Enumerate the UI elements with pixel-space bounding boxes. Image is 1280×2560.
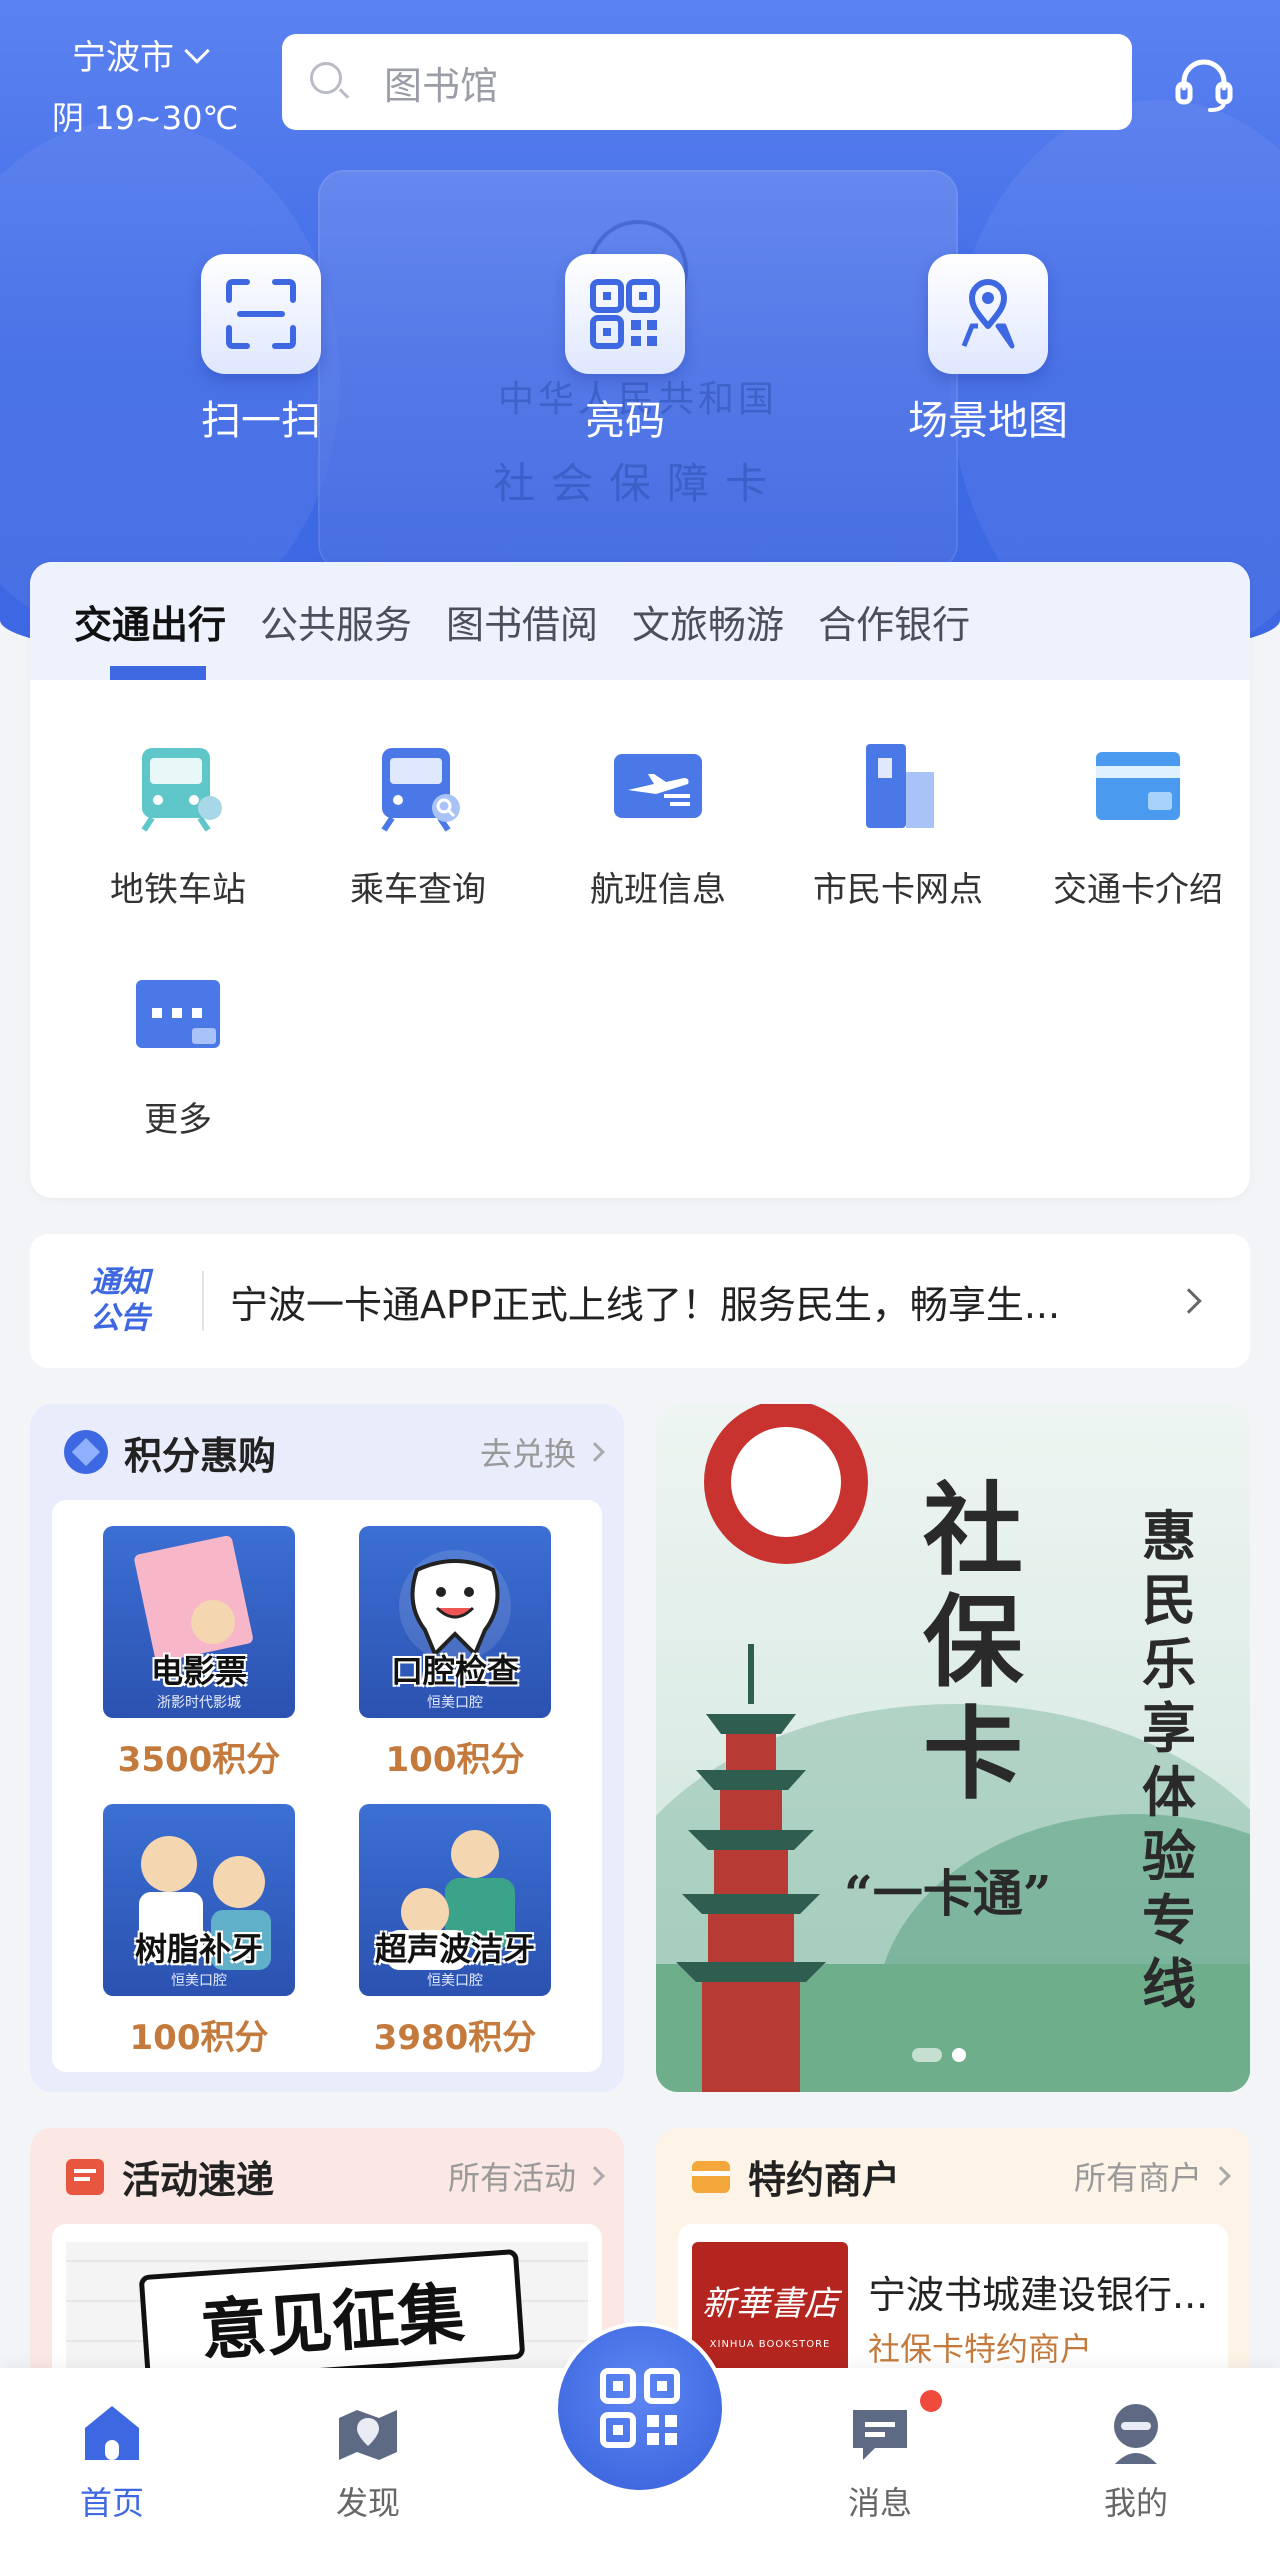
chevron-right-icon <box>585 2166 605 2186</box>
services-card: 交通出行 公共服务 图书借阅 文旅畅游 合作银行 地铁车站 乘车查询 航班信息 … <box>30 562 1250 1198</box>
product-price: 100积分 <box>129 2018 269 2058</box>
product-price: 3980积分 <box>373 2018 537 2058</box>
panel-title: 积分惠购 <box>124 1433 277 1478</box>
quick-action-label: 亮码 <box>585 398 665 444</box>
tab-public-service[interactable]: 公共服务 <box>260 594 412 649</box>
service-grid: 地铁车站 乘车查询 航班信息 市民卡网点 交通卡介绍 更多 <box>30 680 1250 1198</box>
activity-image-text: 意见征集 <box>138 2248 526 2386</box>
weather-text: 阴 19~30℃ <box>52 99 239 137</box>
location-weather[interactable]: 宁波市 阴 19~30℃ <box>52 30 238 139</box>
product-movie-ticket[interactable]: 电影票 浙影时代影城 3500积分 <box>84 1526 314 1781</box>
product-image: 口腔检查 恒美口腔 <box>359 1526 551 1718</box>
service-bus-query[interactable]: 乘车查询 <box>298 736 538 911</box>
product-resin-filling[interactable]: 树脂补牙 恒美口腔 100积分 <box>84 1804 314 2059</box>
service-label: 市民卡网点 <box>813 870 983 910</box>
more-icon <box>136 980 220 1048</box>
product-image: 树脂补牙 恒美口腔 <box>103 1804 295 1996</box>
tab-culture-travel[interactable]: 文旅畅游 <box>632 594 784 649</box>
banner-side-text: 惠民乐享体验专线 <box>1142 1504 1196 2016</box>
quick-action-map[interactable]: 场景地图 <box>868 254 1108 446</box>
product-price: 3500积分 <box>117 1740 281 1780</box>
active-tab-indicator <box>110 666 206 680</box>
discover-icon <box>339 2410 397 2460</box>
metro-icon <box>141 748 222 832</box>
nav-discover[interactable]: 发现 <box>288 2398 448 2524</box>
redeem-link[interactable]: 去兑换 <box>480 1429 576 1475</box>
search-placeholder: 图书馆 <box>384 63 499 108</box>
city-name: 宁波市 <box>72 38 174 78</box>
divider <box>202 1271 204 1331</box>
home-icon <box>85 2406 139 2460</box>
service-label: 交通卡介绍 <box>1053 870 1223 910</box>
product-ultrasonic-cleaning[interactable]: 超声波洁牙 恒美口腔 3980积分 <box>340 1804 570 2059</box>
service-label: 航班信息 <box>590 870 726 910</box>
scan-icon <box>201 254 321 374</box>
chevron-down-icon <box>184 37 210 64</box>
carousel-indicator <box>912 2048 966 2062</box>
message-icon <box>853 2410 907 2460</box>
nav-profile[interactable]: 我的 <box>1056 2398 1216 2524</box>
ticket-icon <box>66 2159 104 2195</box>
message-badge-dot <box>920 2390 942 2412</box>
all-merchants-link[interactable]: 所有商户 <box>1074 2153 1202 2199</box>
product-price: 100积分 <box>385 1740 525 1780</box>
product-image: 电影票 浙影时代影城 <box>103 1526 295 1718</box>
flight-icon <box>614 754 702 818</box>
product-oral-exam[interactable]: 口腔检查 恒美口腔 100积分 <box>340 1526 570 1781</box>
service-metro[interactable]: 地铁车站 <box>58 736 298 911</box>
service-label: 更多 <box>144 1100 212 1140</box>
promo-banner[interactable]: 社保卡 惠民乐享体验专线 “一卡通” <box>656 1404 1250 2092</box>
service-card-outlets[interactable]: 市民卡网点 <box>778 736 1018 911</box>
profile-icon <box>1114 2404 1158 2464</box>
search-input[interactable]: 图书馆 <box>282 34 1132 130</box>
carousel-dot-active <box>952 2048 966 2062</box>
quick-action-scan[interactable]: 扫一扫 <box>141 254 381 446</box>
chevron-right-icon <box>1176 1288 1202 1314</box>
tab-partner-bank[interactable]: 合作银行 <box>818 594 970 649</box>
building-icon <box>866 744 934 828</box>
diamond-icon <box>64 1430 108 1474</box>
notice-text: 宁波一卡通APP正式上线了！服务民生，畅享生... <box>230 1282 1061 1327</box>
nav-home[interactable]: 首页 <box>32 2398 192 2524</box>
pagoda-illustration <box>676 1644 826 2092</box>
center-qr-button[interactable] <box>554 2322 726 2494</box>
social-security-seal-icon <box>704 1404 868 1564</box>
chevron-right-icon <box>585 1442 605 1462</box>
card-icon <box>1096 752 1180 820</box>
all-activities-link[interactable]: 所有活动 <box>448 2153 576 2199</box>
quick-action-label: 扫一扫 <box>201 398 321 444</box>
store-icon <box>692 2161 730 2193</box>
carousel-dot <box>912 2048 942 2062</box>
panel-title: 特约商户 <box>748 2157 901 2202</box>
merchant-type: 社保卡特约商户 <box>868 2330 1093 2368</box>
customer-service-icon[interactable] <box>1172 52 1236 116</box>
card-title-text: 社会保障卡 <box>492 459 783 508</box>
banner-headline: 社保卡 <box>923 1471 1023 1813</box>
service-transit-card[interactable]: 交通卡介绍 <box>1018 736 1250 911</box>
service-label: 乘车查询 <box>350 870 486 910</box>
tab-library[interactable]: 图书借阅 <box>446 594 598 649</box>
quick-action-show-code[interactable]: 亮码 <box>505 254 745 446</box>
quick-action-label: 场景地图 <box>908 398 1068 444</box>
products-grid: 电影票 浙影时代影城 3500积分 口腔检查 恒美口腔 100积分 树脂补牙 恒… <box>52 1500 602 2072</box>
qr-code-icon <box>565 254 685 374</box>
service-label: 地铁车站 <box>110 870 246 910</box>
service-more[interactable]: 更多 <box>58 966 298 1141</box>
search-icon <box>310 62 350 102</box>
map-pin-icon <box>928 254 1048 374</box>
merchant-name: 宁波书城建设银行... <box>868 2273 1209 2317</box>
notice-bar[interactable]: 通知 公告 宁波一卡通APP正式上线了！服务民生，畅享生... <box>30 1234 1250 1368</box>
bus-search-icon <box>381 748 460 832</box>
nav-messages[interactable]: 消息 <box>800 2398 960 2524</box>
category-tabs: 交通出行 公共服务 图书借阅 文旅畅游 合作银行 <box>30 562 1250 680</box>
service-flight[interactable]: 航班信息 <box>538 736 778 911</box>
banner-quote: “一卡通” <box>844 1864 1052 1923</box>
points-shop-panel: 积分惠购 去兑换 电影票 浙影时代影城 3500积分 口腔检查 恒美口腔 100… <box>30 1404 624 2092</box>
panel-title: 活动速递 <box>122 2157 275 2202</box>
notice-badge: 通知 公告 <box>90 1265 150 1336</box>
chevron-right-icon <box>1211 2166 1231 2186</box>
product-image: 超声波洁牙 恒美口腔 <box>359 1804 551 1996</box>
tab-transport[interactable]: 交通出行 <box>74 594 226 649</box>
qr-code-icon <box>600 2368 680 2448</box>
